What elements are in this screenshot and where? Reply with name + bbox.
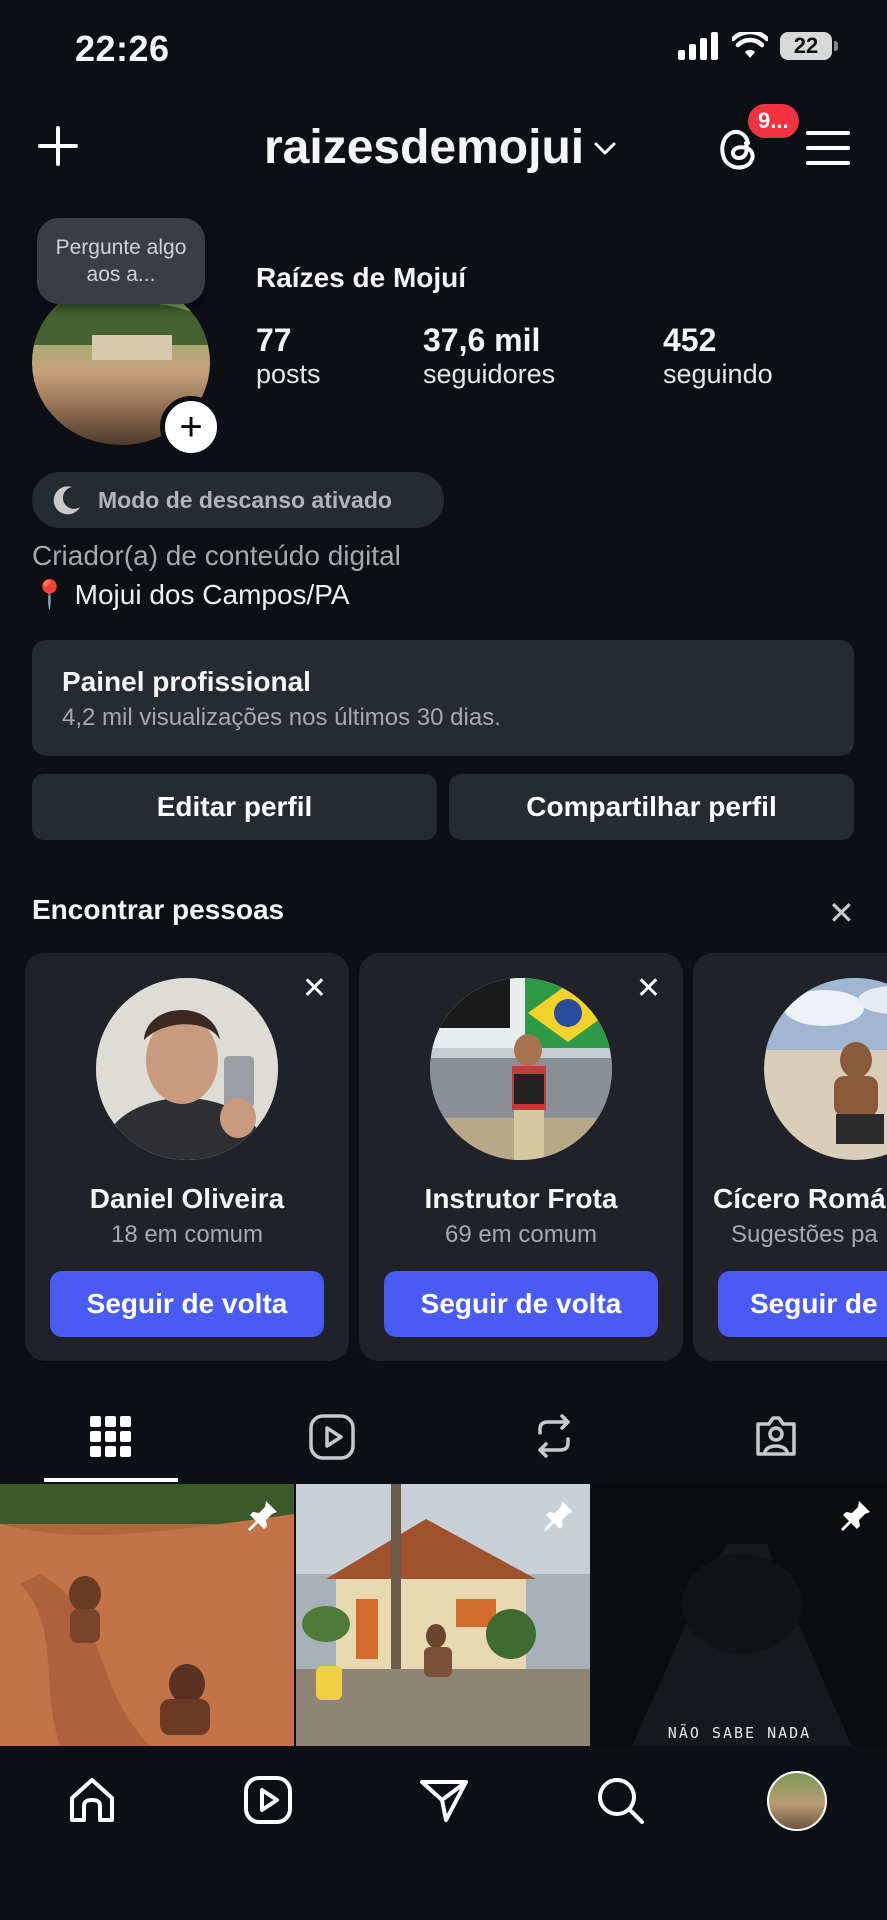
bio-category: Criador(a) de conteúdo digital bbox=[32, 540, 401, 571]
stat-followers[interactable]: 37,6 mil seguidores bbox=[423, 322, 555, 390]
notification-badge[interactable]: 9... bbox=[748, 104, 799, 138]
avatar-house bbox=[92, 335, 172, 360]
location-text: Mojui dos Campos/PA bbox=[74, 579, 350, 610]
suggestion-avatar[interactable] bbox=[764, 978, 887, 1160]
home-icon[interactable] bbox=[64, 1772, 120, 1828]
tagged-tab-icon[interactable] bbox=[752, 1412, 800, 1460]
wifi-icon bbox=[732, 32, 768, 58]
pin-icon bbox=[248, 1501, 277, 1531]
person-on-beach-illustration bbox=[764, 978, 887, 1160]
create-plus-icon[interactable] bbox=[34, 122, 82, 170]
stat-posts-value: 77 bbox=[256, 322, 292, 358]
stat-following[interactable]: 452 seguindo bbox=[663, 322, 773, 390]
note-bubble[interactable]: Pergunte algo aos a... bbox=[37, 218, 205, 304]
follow-back-button[interactable]: Seguir de bbox=[718, 1271, 887, 1337]
reels-tab-icon[interactable] bbox=[308, 1413, 356, 1461]
pin-emoji-icon: 📍 bbox=[32, 579, 67, 610]
bio-location: 📍 Mojui dos Campos/PA bbox=[32, 578, 350, 611]
follow-back-button[interactable]: Seguir de volta bbox=[384, 1271, 658, 1337]
share-profile-button[interactable]: Compartilhar perfil bbox=[449, 774, 854, 840]
professional-dashboard[interactable]: Painel profissional 4,2 mil visualizaçõe… bbox=[32, 640, 854, 756]
person-selfie-illustration bbox=[96, 978, 278, 1160]
battery-indicator: 22 bbox=[780, 32, 838, 60]
direct-messages-icon[interactable] bbox=[416, 1772, 472, 1828]
username-switcher[interactable]: raizesdemojui bbox=[264, 120, 618, 175]
person-with-flag-illustration bbox=[430, 978, 612, 1160]
status-icons: 22 bbox=[678, 32, 838, 60]
find-people-title: Encontrar pessoas bbox=[32, 894, 285, 925]
rest-mode-label: Modo de descanso ativado bbox=[98, 486, 392, 513]
add-story-button[interactable]: + bbox=[160, 396, 222, 458]
active-tab-indicator bbox=[44, 1478, 178, 1482]
stat-followers-value: 37,6 mil bbox=[423, 322, 541, 358]
display-name: Raízes de Mojuí bbox=[256, 262, 467, 293]
suggestion-card[interactable]: ✕ Daniel Oliveira 18 em comum Seguir de … bbox=[25, 953, 349, 1361]
menu-icon[interactable] bbox=[806, 130, 850, 166]
profile-tab-avatar[interactable] bbox=[767, 1771, 827, 1831]
stat-following-label: seguindo bbox=[663, 359, 773, 389]
suggestion-card[interactable]: Cícero Romá Sugestões pa Seguir de bbox=[693, 953, 887, 1361]
username-text: raizesdemojui bbox=[264, 121, 585, 174]
stat-following-value: 452 bbox=[663, 322, 717, 358]
post-thumbnail[interactable]: NÃO SABE NADA bbox=[592, 1484, 887, 1746]
suggestion-name[interactable]: Daniel Oliveira bbox=[25, 1183, 349, 1215]
suggestion-avatar[interactable] bbox=[96, 978, 278, 1160]
suggestion-name[interactable]: Instrutor Frota bbox=[359, 1183, 683, 1215]
status-time: 22:26 bbox=[75, 28, 170, 69]
stat-posts-label: posts bbox=[256, 359, 321, 389]
suggestion-mutual: 69 em comum bbox=[444, 1221, 598, 1248]
pro-panel-subtitle: 4,2 mil visualizações nos últimos 30 dia… bbox=[62, 704, 501, 731]
reels-icon[interactable] bbox=[240, 1772, 296, 1828]
rest-mode-pill[interactable]: Modo de descanso ativado bbox=[32, 472, 444, 528]
moon-icon bbox=[53, 486, 80, 515]
dismiss-icon[interactable]: ✕ bbox=[302, 971, 327, 1006]
pin-icon bbox=[841, 1501, 870, 1531]
suggestion-avatar[interactable] bbox=[430, 978, 612, 1160]
chevron-down-icon bbox=[594, 142, 616, 154]
pro-panel-title: Painel profissional bbox=[62, 666, 311, 697]
stat-posts[interactable]: 77 posts bbox=[256, 322, 321, 390]
suggestion-name[interactable]: Cícero Romá bbox=[713, 1183, 887, 1215]
suggestion-card[interactable]: ✕ Instrutor Frota 69 em comum Seguir de … bbox=[359, 953, 683, 1361]
stat-followers-label: seguidores bbox=[423, 359, 556, 389]
edit-profile-button[interactable]: Editar perfil bbox=[32, 774, 437, 840]
signal-icon bbox=[678, 32, 718, 60]
pin-icon bbox=[544, 1501, 573, 1531]
grid-tab-icon[interactable] bbox=[88, 1414, 134, 1460]
suggestion-mutual: 18 em comum bbox=[110, 1221, 264, 1248]
reposts-tab-icon[interactable] bbox=[530, 1411, 578, 1461]
dismiss-icon[interactable]: ✕ bbox=[636, 971, 661, 1006]
follow-back-button[interactable]: Seguir de volta bbox=[50, 1271, 324, 1337]
search-icon[interactable] bbox=[592, 1772, 648, 1828]
post-thumbnail[interactable] bbox=[0, 1484, 294, 1746]
post-thumbnail[interactable] bbox=[296, 1484, 590, 1746]
post-caption-overlay: NÃO SABE NADA bbox=[667, 1724, 812, 1742]
find-people-close-icon[interactable]: ✕ bbox=[828, 894, 855, 932]
suggestion-mutual: Sugestões pa bbox=[731, 1221, 878, 1248]
